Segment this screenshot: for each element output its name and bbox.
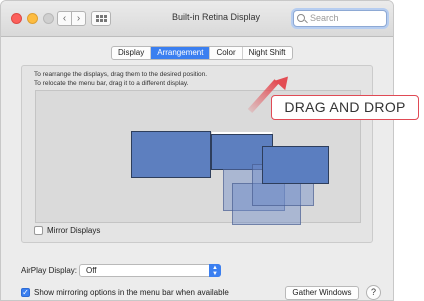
show-all-button[interactable] bbox=[91, 11, 111, 26]
instruction-menu-bar: To relocate the menu bar, drag it to a d… bbox=[34, 80, 189, 87]
search-placeholder: Search bbox=[310, 13, 339, 23]
instruction-rearrange: To rearrange the displays, drag them to … bbox=[34, 71, 208, 78]
arrangement-panel: To rearrange the displays, drag them to … bbox=[21, 65, 373, 243]
chevron-left-icon: ‹ bbox=[62, 13, 67, 24]
mirror-displays-option[interactable]: Mirror Displays bbox=[34, 226, 100, 235]
zoom-window-button[interactable] bbox=[43, 13, 54, 24]
search-icon bbox=[297, 14, 305, 22]
drag-and-drop-label: DRAG AND DROP bbox=[271, 95, 419, 120]
mirroring-options-option[interactable]: ✓ Show mirroring options in the menu bar… bbox=[21, 288, 229, 297]
tab-color[interactable]: Color bbox=[210, 47, 243, 59]
tab-display[interactable]: Display bbox=[112, 47, 152, 59]
tab-night-shift[interactable]: Night Shift bbox=[243, 47, 292, 59]
chevron-right-icon: › bbox=[76, 13, 81, 24]
tab-bar: Display Arrangement Color Night Shift bbox=[111, 46, 293, 60]
close-window-button[interactable] bbox=[11, 13, 22, 24]
system-preferences-window: ‹ › Built-in Retina Display Search Displ… bbox=[0, 0, 394, 301]
mirroring-options-checkbox[interactable]: ✓ bbox=[21, 288, 30, 297]
mirror-displays-checkbox[interactable] bbox=[34, 226, 43, 235]
gather-windows-button[interactable]: Gather Windows bbox=[285, 286, 359, 300]
search-input[interactable]: Search bbox=[293, 10, 387, 27]
popup-arrows-icon: ▲ ▼ bbox=[209, 264, 221, 277]
help-button[interactable]: ? bbox=[366, 285, 381, 300]
airplay-display-value: Off bbox=[86, 266, 97, 275]
menu-bar-handle[interactable] bbox=[212, 132, 272, 135]
forward-button[interactable]: › bbox=[71, 11, 86, 26]
minimize-window-button[interactable] bbox=[27, 13, 38, 24]
mirroring-options-label: Show mirroring options in the menu bar w… bbox=[34, 288, 229, 297]
title-bar: ‹ › Built-in Retina Display Search bbox=[1, 1, 393, 37]
airplay-display-label: AirPlay Display: bbox=[21, 266, 78, 275]
display-thumbnail-dragging[interactable] bbox=[262, 146, 329, 184]
airplay-display-select[interactable]: Off ▲ ▼ bbox=[79, 264, 221, 277]
display-thumbnail-primary[interactable] bbox=[131, 131, 211, 178]
mirror-displays-label: Mirror Displays bbox=[47, 226, 101, 235]
tab-arrangement[interactable]: Arrangement bbox=[151, 47, 211, 59]
window-title: Built-in Retina Display bbox=[171, 12, 261, 22]
back-button[interactable]: ‹ bbox=[57, 11, 72, 26]
